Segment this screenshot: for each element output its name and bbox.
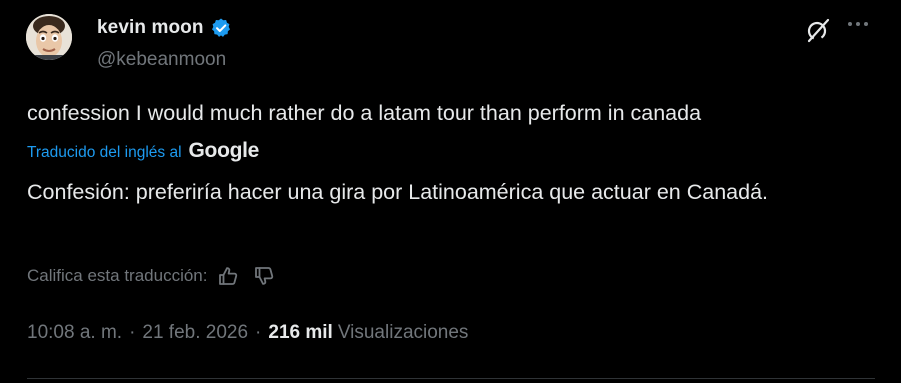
rate-translation-label: Califica esta traducción: (27, 266, 208, 285)
author-display-name[interactable]: kevin moon (97, 17, 204, 39)
views-count: 216 mil (268, 322, 333, 343)
tweet-container: kevin moon @kebeanmoon confession I woul… (0, 0, 901, 383)
translation-attribution: Traducido del inglés al Google (27, 139, 259, 163)
meta-separator: · (129, 322, 136, 343)
avatar[interactable] (26, 14, 72, 60)
meta-separator: · (255, 322, 262, 343)
divider (27, 378, 875, 379)
thumbs-up-icon[interactable] (217, 265, 239, 287)
tweet-time[interactable]: 10:08 a. m. (27, 322, 122, 344)
tweet-date[interactable]: 21 feb. 2026 (142, 322, 248, 344)
tweet-translated-text: Confesión: preferiría hacer una gira por… (27, 180, 769, 204)
views-label: Visualizaciones (337, 322, 469, 343)
more-options-icon[interactable] (848, 22, 868, 26)
tweet-meta: 10:08 a. m. · 21 feb. 2026 · 216 mil Vis… (27, 322, 468, 344)
grok-icon[interactable] (805, 17, 831, 43)
google-logo: Google (188, 139, 260, 162)
tweet-original-text: confession I would much rather do a lata… (27, 101, 702, 125)
verified-badge-icon (210, 17, 232, 39)
thumbs-down-icon[interactable] (253, 265, 275, 287)
author-handle[interactable]: @kebeanmoon (97, 49, 226, 71)
translated-by-link[interactable]: Traducido del inglés al (27, 144, 182, 162)
rate-translation-row: Califica esta traducción: (27, 265, 289, 287)
author-name-row: kevin moon (97, 17, 232, 39)
